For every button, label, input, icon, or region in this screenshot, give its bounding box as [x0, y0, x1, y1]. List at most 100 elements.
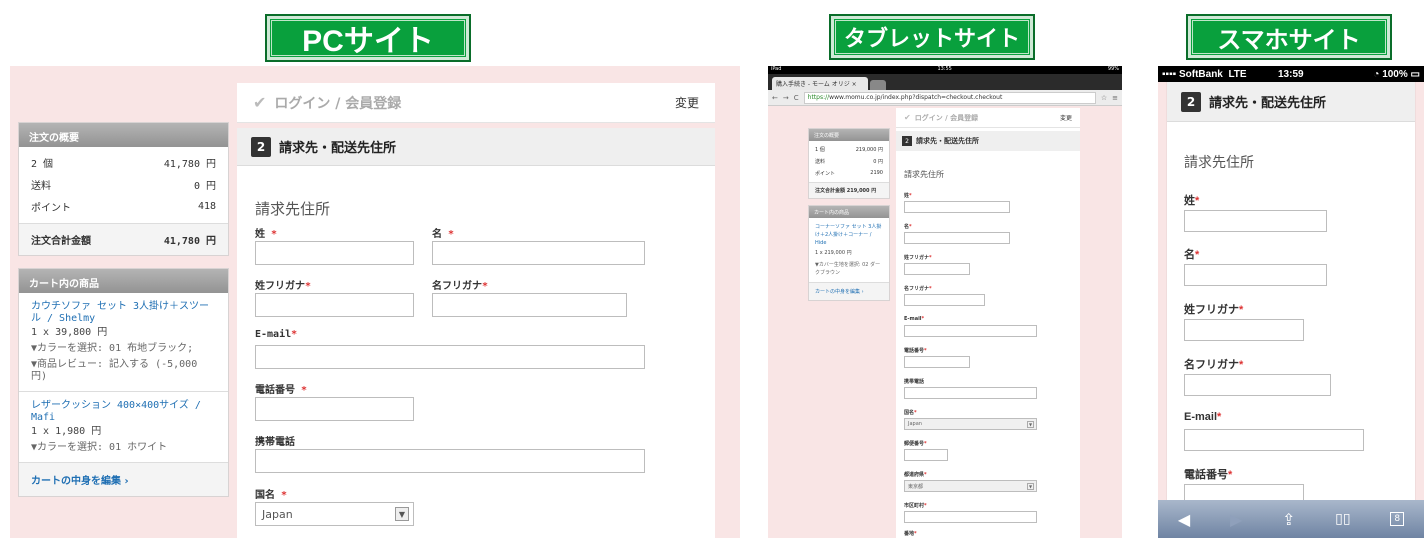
bookmarks-icon[interactable]: ▯▯ [1335, 511, 1350, 527]
summary-row: ポイント 2190 [809, 167, 889, 179]
field-mei-kana: 名フリガナ* [1184, 356, 1331, 396]
label-text: 名フリガナ [1184, 359, 1239, 371]
tablet-checkout-main: ✔ ログイン / 会員登録 変更 2 請求先・配送先住所 請求先住所 姓* 名*… [896, 108, 1080, 538]
field-label: 電話番号* [904, 347, 970, 355]
order-summary-box: 注文の概要 1 個 219,000 円 送料 0 円 ポイント 2190 注文合計金額… [808, 128, 890, 199]
reload-icon[interactable]: C [794, 94, 799, 102]
sei-input[interactable] [904, 201, 1010, 213]
summary-value: 41,780 円 [163, 158, 216, 170]
summary-total: 注文合計金額 41,780 円 [19, 223, 228, 255]
email-input[interactable] [255, 345, 645, 369]
sei-input[interactable] [255, 241, 414, 265]
browser-tab[interactable]: 購入手続き - モーム オリジ × [772, 77, 868, 90]
cart-item-option: ▼カラーを選択: 01 布地ブラック; [31, 343, 194, 354]
email-input[interactable] [904, 325, 1037, 337]
mei-kana-input[interactable] [1184, 374, 1331, 396]
summary-label: 1 個 [815, 146, 825, 153]
mei-kana-input[interactable] [904, 294, 985, 306]
tel-input[interactable] [255, 397, 414, 421]
field-label: 姓* [904, 192, 1010, 200]
cart-box: カート内の商品 コーナーソファ セット 3人掛け＋2人掛け＋コーナー / Hid… [808, 205, 890, 301]
change-link[interactable]: 変更 [675, 94, 699, 111]
sei-input[interactable] [1184, 210, 1327, 232]
field-label: 国名* [904, 409, 1037, 417]
field-label: 姓* [1184, 192, 1327, 208]
zip-input[interactable] [904, 449, 948, 461]
billing-address-title: 請求先住所 [1184, 155, 1254, 171]
cart-item-option: ▼カラーを選択: 01 ホワイト [31, 442, 168, 453]
star-icon[interactable]: ☆ [1101, 94, 1107, 102]
label-text: 名 [1184, 249, 1195, 261]
pref-select[interactable]: 東京都 ▼ [904, 480, 1037, 492]
label-text: E-mail [1184, 411, 1218, 423]
step-login-title: ログイン / 会員登録 [274, 95, 402, 112]
country-value: Japan [262, 507, 293, 521]
field-label: 名* [1184, 246, 1327, 262]
required-mark: * [281, 490, 288, 501]
order-summary-box: 注文の概要 2 個 41,780 円 送料 0 円 ポイント 418 注文合計金額 41… [18, 122, 229, 256]
field-mobile: 携帯電話 [255, 433, 645, 473]
cart-edit-link[interactable]: カートの中身を編集 › [19, 462, 228, 496]
label-text: E-mail [904, 316, 922, 322]
mei-input[interactable] [1184, 264, 1327, 286]
cart-edit-link[interactable]: カートの中身を編集 › [809, 282, 889, 300]
field-label: E-mail* [255, 329, 645, 343]
field-sei: 姓 * [255, 225, 414, 265]
forward-icon[interactable]: ▶ [1230, 510, 1242, 529]
summary-label: 送料 [815, 158, 826, 165]
field-label: 携帯電話 [255, 433, 645, 448]
email-input[interactable] [1184, 429, 1364, 451]
back-icon[interactable]: ← [772, 94, 778, 102]
status-time: 13:59 [1278, 68, 1304, 80]
country-select[interactable]: Japan ▼ [255, 502, 414, 526]
share-icon[interactable]: ⇪ [1282, 510, 1295, 529]
label-text: 姓フリガナ [904, 255, 930, 261]
check-icon: ✔ [253, 93, 267, 112]
mobile-input[interactable] [904, 387, 1037, 399]
field-email: E-mail* [904, 316, 1037, 337]
menu-icon[interactable]: ≡ [1112, 94, 1118, 102]
mei-input[interactable] [904, 232, 1010, 244]
summary-value: 219,000 円 [855, 146, 883, 153]
country-select[interactable]: Japan ▼ [904, 418, 1037, 430]
cart-title: カート内の商品 [19, 269, 228, 293]
field-country: 国名 * Japan ▼ [255, 486, 414, 526]
label-text: 携帯電話 [904, 379, 925, 385]
field-sei-kana: 姓フリガナ* [1184, 301, 1304, 341]
forward-icon[interactable]: → [783, 94, 789, 102]
summary-row: 送料 0 円 [809, 155, 889, 167]
sei-kana-input[interactable] [255, 293, 414, 317]
smartphone-site-header-label: スマホサイト [1217, 26, 1361, 54]
tablet-site-header: タブレットサイト [829, 14, 1035, 60]
required-mark: * [924, 348, 927, 354]
label-text: 携帯電話 [255, 437, 295, 448]
required-mark: * [291, 329, 298, 340]
mobile-input[interactable] [255, 449, 645, 473]
change-link[interactable]: 変更 [1060, 113, 1072, 122]
field-label: 名 * [432, 225, 645, 240]
cart-item-link[interactable]: コーナーソファ セット 3人掛け＋2人掛け＋コーナー / Hide [815, 223, 883, 247]
tel-input[interactable] [904, 356, 970, 368]
field-label: 国名 * [255, 486, 414, 501]
new-tab-button[interactable] [870, 80, 886, 90]
cart-item-link[interactable]: カウチソファ セット 3人掛け＋スツール / Shelmy [31, 301, 216, 325]
field-sei: 姓* [904, 192, 1010, 213]
mei-kana-input[interactable] [432, 293, 627, 317]
back-icon[interactable]: ◀ [1178, 510, 1190, 529]
field-label: 郵便番号* [904, 440, 948, 448]
tabs-icon[interactable]: 8 [1390, 512, 1405, 526]
mei-input[interactable] [432, 241, 645, 265]
status-battery: 100% [1382, 68, 1408, 80]
summary-row-shipping: 送料 0 円 [19, 173, 228, 195]
sei-kana-input[interactable] [904, 263, 970, 275]
field-email: E-mail* [1184, 411, 1364, 451]
field-label: 都道府県* [904, 471, 1037, 479]
required-mark: * [909, 193, 912, 199]
city-input[interactable] [904, 511, 1037, 523]
chevron-down-icon: ▼ [1027, 421, 1034, 428]
url-bar[interactable]: https://www.momu.co.jp/index.php?dispatc… [803, 91, 1096, 104]
sei-kana-input[interactable] [1184, 319, 1304, 341]
field-mei-kana: 名フリガナ* [904, 285, 985, 306]
cart-item-link[interactable]: レザークッション 400×400サイズ / Mafi [31, 400, 216, 424]
battery-icon: ▭ [1410, 68, 1420, 80]
